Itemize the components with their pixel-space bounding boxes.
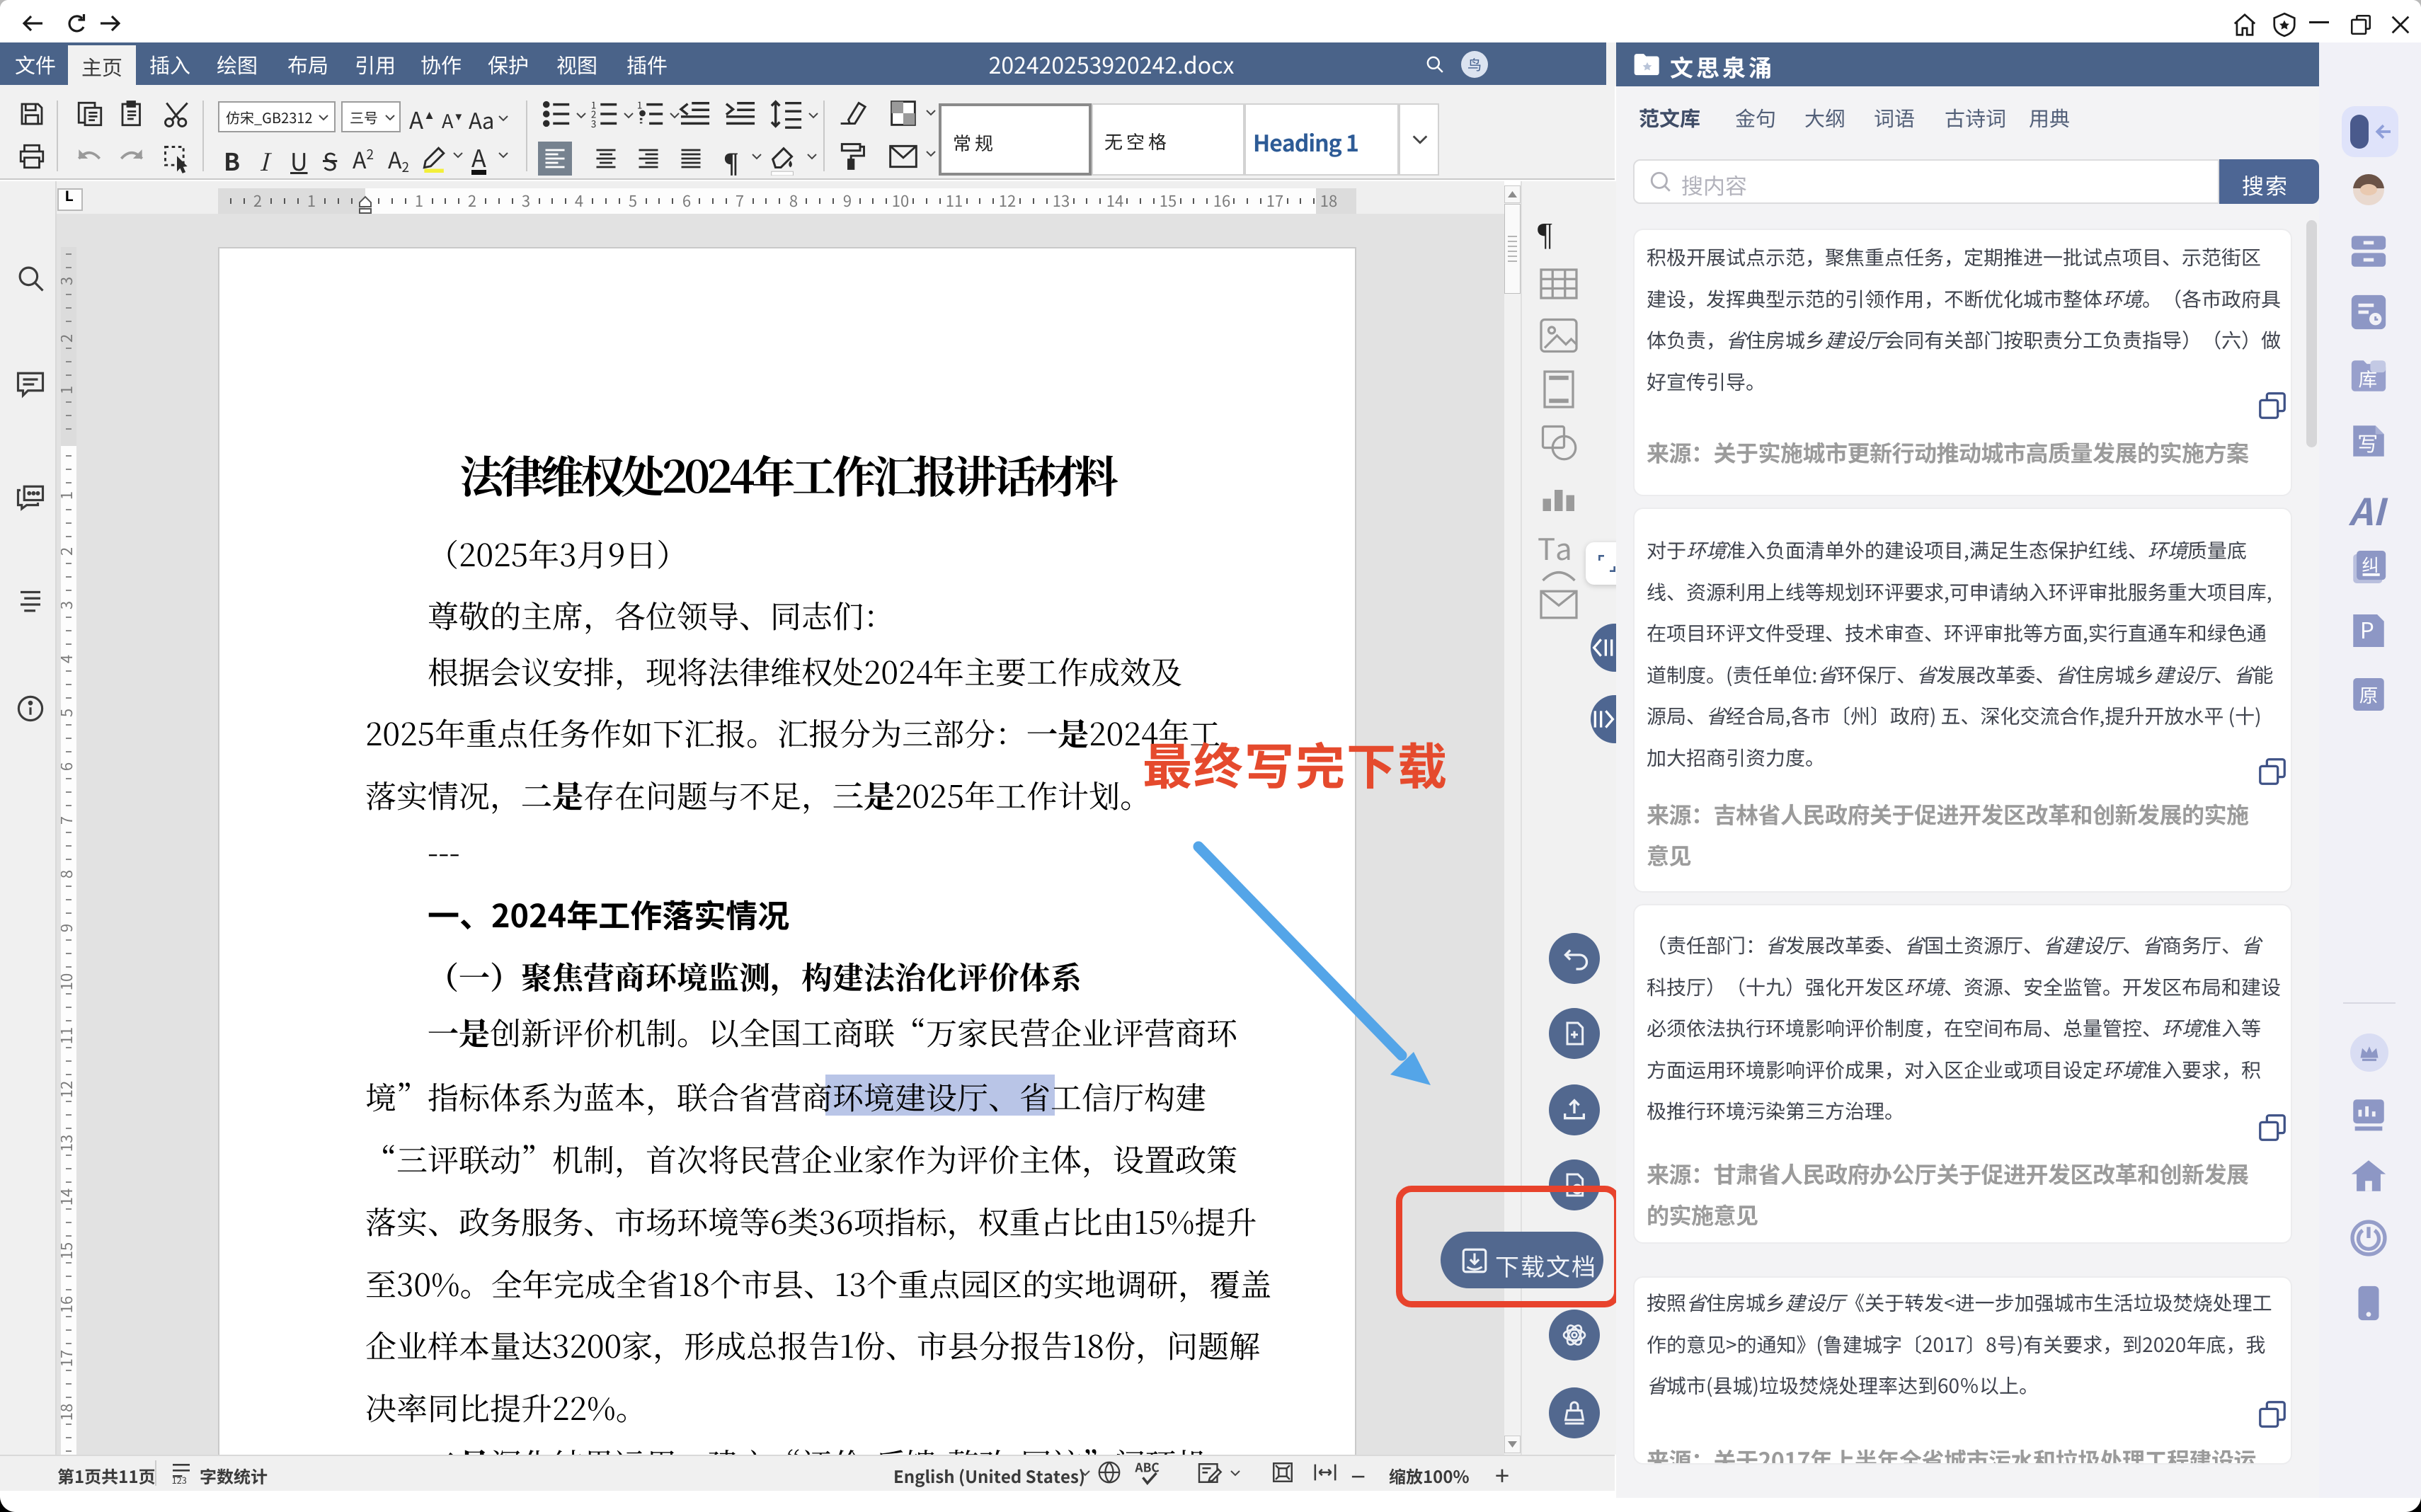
- svg-text:16: 16: [61, 1296, 76, 1313]
- svg-text:13: 13: [61, 1135, 76, 1152]
- svg-text:15: 15: [1160, 189, 1177, 212]
- svg-text:2: 2: [468, 189, 476, 212]
- svg-text:2: 2: [253, 189, 262, 212]
- svg-text:10: 10: [892, 189, 909, 212]
- svg-text:写: 写: [2357, 428, 2378, 458]
- svg-text:15: 15: [61, 1242, 76, 1259]
- svg-text:16: 16: [1213, 189, 1230, 212]
- svg-text:9: 9: [61, 924, 76, 932]
- svg-text:纠: 纠: [2362, 551, 2379, 576]
- svg-text:1: 1: [61, 491, 76, 500]
- svg-text:3: 3: [591, 117, 596, 129]
- svg-text:123: 123: [172, 1473, 187, 1484]
- svg-text:17: 17: [61, 1350, 76, 1367]
- svg-text:4: 4: [61, 655, 76, 663]
- svg-text:3: 3: [522, 189, 530, 212]
- svg-text:6: 6: [682, 189, 691, 212]
- svg-text:8: 8: [61, 870, 76, 878]
- svg-text:4: 4: [575, 189, 583, 212]
- svg-text:原: 原: [2359, 680, 2379, 708]
- svg-text:1: 1: [415, 189, 423, 212]
- svg-text:7: 7: [736, 189, 744, 212]
- svg-text:11: 11: [946, 189, 963, 212]
- svg-text:11: 11: [61, 1027, 76, 1044]
- svg-text:12: 12: [999, 189, 1016, 212]
- svg-text:12: 12: [61, 1081, 76, 1098]
- svg-text:8: 8: [789, 189, 798, 212]
- svg-text:1: 1: [307, 189, 316, 212]
- svg-text:P: P: [2360, 614, 2374, 646]
- svg-text:17: 17: [1266, 189, 1283, 212]
- svg-text:1: 1: [61, 386, 76, 394]
- svg-text:库: 库: [2359, 365, 2378, 392]
- svg-text:14: 14: [61, 1189, 76, 1205]
- svg-text:2: 2: [61, 547, 76, 556]
- svg-text:13: 13: [1053, 189, 1070, 212]
- svg-text:3: 3: [61, 601, 76, 609]
- svg-text:5: 5: [61, 709, 76, 717]
- svg-text:14: 14: [1106, 189, 1123, 212]
- svg-text:2: 2: [61, 334, 76, 343]
- svg-text:10: 10: [61, 973, 76, 990]
- svg-text:18: 18: [1320, 189, 1337, 212]
- svg-text:18: 18: [61, 1404, 76, 1421]
- svg-text:1: 1: [637, 99, 642, 111]
- svg-text:7: 7: [61, 816, 76, 825]
- svg-text:5: 5: [629, 189, 637, 212]
- svg-text:3: 3: [61, 277, 76, 285]
- svg-text:6: 6: [61, 762, 76, 771]
- svg-text:9: 9: [843, 189, 852, 212]
